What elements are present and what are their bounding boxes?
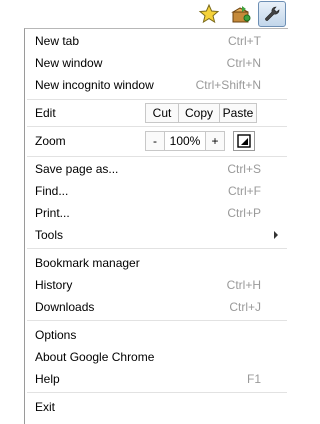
chrome-main-menu: New tab Ctrl+T New window Ctrl+N New inc…	[24, 28, 288, 424]
menu-item-shortcut: Ctrl+J	[229, 300, 261, 314]
menu-item-history[interactable]: History Ctrl+H	[25, 275, 288, 295]
menu-item-label: New tab	[35, 34, 80, 48]
menu-item-label: New window	[35, 56, 103, 70]
menu-item-shortcut: Ctrl+P	[227, 206, 261, 220]
browser-toolbar	[0, 0, 288, 28]
menu-item-label: Find...	[35, 184, 69, 198]
copy-button[interactable]: Copy	[178, 103, 220, 123]
menu-item-label: Print...	[35, 206, 70, 220]
menu-item-shortcut: Ctrl+S	[227, 162, 261, 176]
menu-separator	[27, 126, 287, 127]
zoom-out-button[interactable]: -	[145, 131, 165, 151]
menu-item-exit[interactable]: Exit	[25, 397, 288, 417]
menu-item-about-google-chrome[interactable]: About Google Chrome	[25, 347, 288, 367]
menu-item-label: Help	[35, 372, 60, 386]
menu-item-shortcut: Ctrl+H	[226, 278, 261, 292]
menu-item-label: New incognito window	[35, 78, 154, 92]
menu-separator	[27, 392, 287, 393]
menu-item-label: Exit	[35, 400, 56, 414]
menu-item-label: Tools	[35, 228, 64, 242]
menu-item-downloads[interactable]: Downloads Ctrl+J	[25, 297, 288, 317]
menu-item-shortcut: Ctrl+Shift+N	[195, 78, 261, 92]
menu-item-label: Bookmark manager	[35, 256, 140, 270]
menu-item-save-page[interactable]: Save page as... Ctrl+S	[25, 159, 288, 179]
star-icon[interactable]	[198, 3, 220, 25]
menu-item-label: History	[35, 278, 73, 292]
cut-button[interactable]: Cut	[145, 103, 179, 123]
menu-item-shortcut: Ctrl+T	[228, 34, 261, 48]
fullscreen-button[interactable]	[233, 131, 255, 151]
menu-item-find[interactable]: Find... Ctrl+F	[25, 181, 288, 201]
menu-item-label: Options	[35, 328, 77, 342]
paste-button[interactable]: Paste	[219, 103, 257, 123]
menu-item-label: Save page as...	[35, 162, 119, 176]
menu-row-zoom: Zoom - 100% +	[25, 129, 288, 153]
menu-item-shortcut: F1	[246, 372, 261, 386]
menu-separator	[27, 248, 287, 249]
menu-item-tools[interactable]: Tools	[25, 225, 288, 245]
menu-item-bookmark-manager[interactable]: Bookmark manager	[25, 253, 288, 273]
menu-item-new-tab[interactable]: New tab Ctrl+T	[25, 31, 288, 51]
wrench-icon[interactable]	[258, 1, 286, 27]
menu-item-shortcut: Ctrl+F	[228, 184, 261, 198]
menu-item-options[interactable]: Options	[25, 325, 288, 345]
menu-item-new-incognito-window[interactable]: New incognito window Ctrl+Shift+N	[25, 75, 288, 95]
zoom-level: 100%	[164, 131, 206, 151]
menu-item-label: Downloads	[35, 300, 95, 314]
menu-separator	[27, 156, 287, 157]
extension-icon[interactable]	[230, 3, 252, 25]
zoom-label: Zoom	[35, 134, 66, 148]
zoom-in-button[interactable]: +	[205, 131, 225, 151]
menu-separator	[27, 99, 287, 100]
edit-label: Edit	[35, 106, 56, 120]
submenu-arrow-icon	[274, 231, 278, 239]
menu-item-shortcut: Ctrl+N	[226, 56, 261, 70]
menu-item-help[interactable]: Help F1	[25, 369, 288, 389]
menu-item-print[interactable]: Print... Ctrl+P	[25, 203, 288, 223]
menu-separator	[27, 320, 287, 321]
menu-item-label: About Google Chrome	[35, 350, 155, 364]
menu-row-edit: Edit Cut Copy Paste	[25, 102, 288, 124]
menu-item-new-window[interactable]: New window Ctrl+N	[25, 53, 288, 73]
